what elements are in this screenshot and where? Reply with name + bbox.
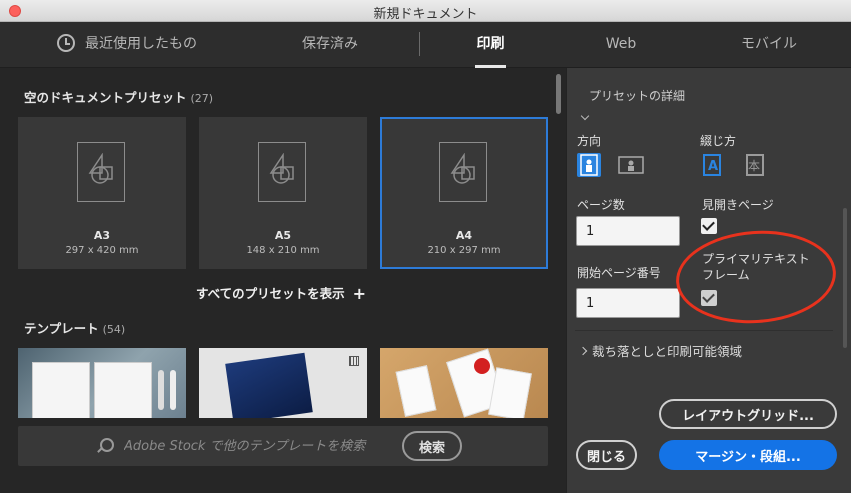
tab-divider	[419, 32, 420, 56]
preset-details-title: プリセットの詳細	[589, 89, 686, 103]
template-thumbnail[interactable]	[380, 348, 548, 418]
primary-text-frame-checkbox[interactable]	[701, 290, 717, 306]
primary-text-frame-label-line2: フレーム	[702, 268, 750, 282]
plus-icon: +	[352, 284, 367, 303]
template-thumbnail[interactable]	[199, 348, 367, 418]
facing-pages-label: 見開きページ	[702, 198, 774, 212]
start-page-label: 開始ページ番号	[577, 266, 661, 280]
margins-columns-button[interactable]: マージン・段組...	[659, 440, 837, 470]
primary-text-frame-label: プライマリテキスト フレーム	[702, 251, 810, 283]
tab-mobile[interactable]: モバイル	[737, 22, 801, 68]
preset-name: A4	[455, 229, 473, 242]
preset-browser: 空のドキュメントプリセット (27) A3 297 x 420 mm A5 148…	[0, 68, 566, 493]
preset-card-a3[interactable]: A3 297 x 420 mm	[18, 117, 186, 269]
search-button[interactable]: 検索	[402, 431, 462, 461]
presets-heading: 空のドキュメントプリセット (27)	[24, 87, 213, 106]
preset-name: A5	[274, 229, 292, 242]
tab-web[interactable]: Web	[603, 22, 639, 68]
start-page-field[interactable]	[576, 288, 680, 318]
checkmark-icon	[702, 218, 715, 231]
chevron-right-icon	[578, 346, 588, 356]
clock-icon	[57, 34, 75, 52]
resume-page-image	[94, 362, 152, 418]
tab-mobile-label: モバイル	[741, 36, 797, 52]
preset-size: 210 x 297 mm	[427, 245, 501, 256]
category-tabs: 最近使用したもの 保存済み 印刷 Web モバイル	[0, 22, 851, 68]
tab-recent-label: 最近使用したもの	[85, 36, 197, 52]
preset-scrollbar[interactable]	[556, 74, 561, 114]
chevron-down-icon[interactable]	[580, 111, 590, 121]
facing-pages-checkbox[interactable]	[701, 218, 717, 234]
svg-text:本: 本	[748, 159, 760, 173]
checkmark-icon	[702, 290, 715, 303]
business-card-image	[395, 365, 437, 417]
details-scrollbar[interactable]	[843, 208, 847, 348]
tab-saved[interactable]: 保存済み	[298, 22, 362, 68]
card-logo-image	[474, 358, 490, 374]
resume-page-image	[32, 362, 90, 418]
preset-details-panel: プリセットの詳細 方向 綴じ方 A 本 ページ数 見開きページ 開始ページ番号 …	[566, 68, 851, 493]
stock-search-bar: 検索	[18, 426, 548, 466]
templates-title: テンプレート	[24, 321, 99, 336]
preset-size: 297 x 420 mm	[65, 245, 139, 256]
orientation-label: 方向	[577, 134, 602, 148]
layout-grid-button[interactable]: レイアウトグリッド...	[659, 399, 837, 429]
pages-label: ページ数	[577, 198, 625, 212]
bleed-slug-label: 裁ち落としと印刷可能領域	[592, 344, 743, 359]
brochure-image	[225, 352, 313, 418]
search-icon	[100, 438, 114, 452]
preset-card-a4[interactable]: A4 210 x 297 mm	[380, 117, 548, 269]
preset-name: A3	[93, 229, 111, 242]
section-divider	[575, 330, 833, 331]
landscape-button[interactable]	[618, 153, 644, 177]
svg-text:A: A	[708, 159, 718, 174]
presets-title: 空のドキュメントプリセット	[24, 90, 187, 105]
grid-icon	[349, 356, 359, 366]
binding-left-button[interactable]: A	[700, 152, 724, 178]
binding-right-icon: 本	[746, 154, 764, 176]
show-all-presets-link[interactable]: すべてのプリセットを表示 +	[196, 283, 366, 303]
templates-heading: テンプレート (54)	[24, 318, 125, 337]
primary-text-frame-label-line1: プライマリテキスト	[702, 252, 810, 266]
tab-print-label: 印刷	[476, 36, 505, 52]
binding-right-button[interactable]: 本	[743, 152, 767, 178]
document-icon	[77, 142, 125, 202]
stock-search-input[interactable]	[124, 434, 386, 458]
landscape-icon	[618, 156, 644, 174]
preset-size: 148 x 210 mm	[246, 245, 320, 256]
tab-print[interactable]: 印刷	[475, 22, 506, 68]
pages-field[interactable]	[576, 216, 680, 246]
document-icon	[258, 142, 306, 202]
binding-label: 綴じ方	[700, 134, 737, 148]
templates-count: (54)	[102, 323, 126, 336]
bleed-slug-expander[interactable]: 裁ち落としと印刷可能領域	[578, 341, 743, 360]
portrait-icon	[580, 154, 598, 176]
portrait-button[interactable]	[577, 153, 601, 177]
business-card-image	[488, 367, 532, 418]
template-thumbnail[interactable]	[18, 348, 186, 418]
preset-card-a5[interactable]: A5 148 x 210 mm	[199, 117, 367, 269]
binding-left-icon: A	[703, 154, 721, 176]
tab-recent[interactable]: 最近使用したもの	[52, 22, 202, 68]
presets-count: (27)	[190, 92, 214, 105]
window-title: 新規ドキュメント	[373, 7, 478, 22]
tab-saved-label: 保存済み	[302, 36, 358, 52]
tab-web-label: Web	[605, 36, 637, 52]
title-bar: 新規ドキュメント	[0, 0, 851, 22]
document-icon	[439, 142, 487, 202]
close-button[interactable]: 閉じる	[576, 440, 637, 470]
pen-image	[158, 370, 164, 410]
show-all-label: すべてのプリセットを表示	[196, 286, 345, 301]
pen-image	[170, 370, 176, 410]
